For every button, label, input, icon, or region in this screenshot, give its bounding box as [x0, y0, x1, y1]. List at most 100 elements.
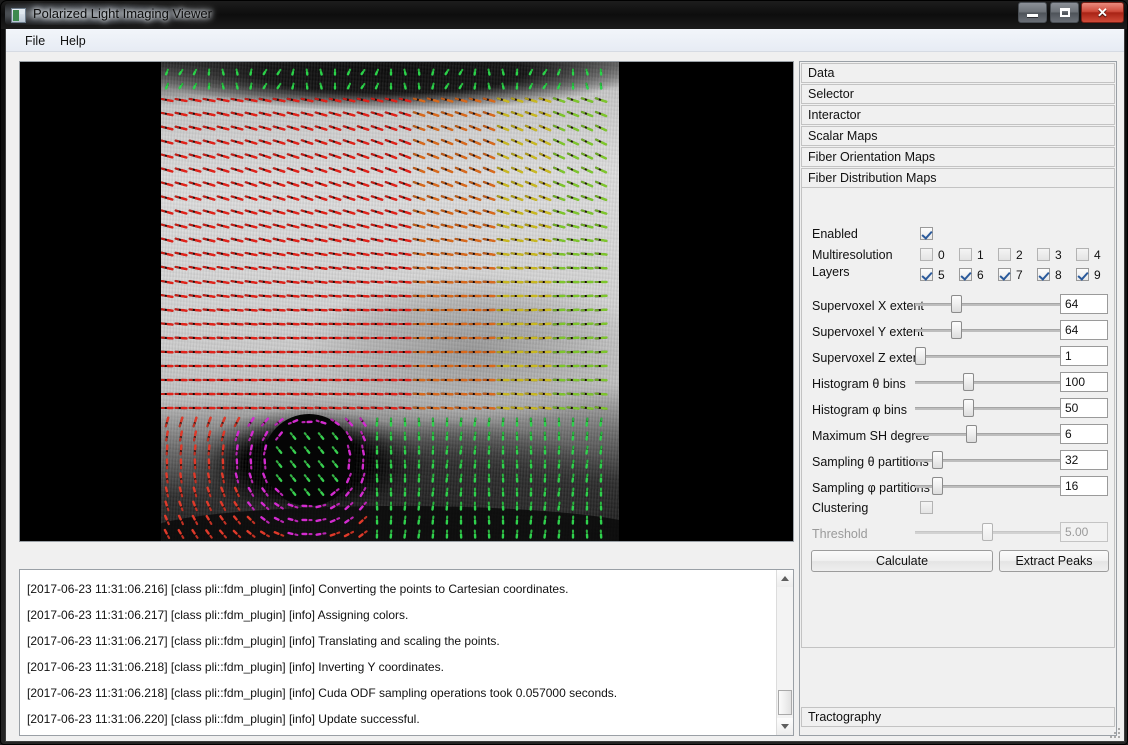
layer-label-6: 6: [977, 268, 984, 282]
spinbox-supervoxel-y-extent[interactable]: 64: [1060, 320, 1108, 340]
enabled-label: Enabled: [812, 227, 858, 241]
extract-peaks-button[interactable]: Extract Peaks: [999, 550, 1109, 572]
log-line: [2017-06-23 11:31:06.220] [class pli::fd…: [27, 712, 420, 726]
section-header-fiber-orientation-maps[interactable]: Fiber Orientation Maps: [801, 147, 1115, 167]
layer-label-1: 1: [977, 248, 984, 262]
slider-sampling-phi-partitions[interactable]: [915, 476, 1060, 496]
threshold-label: Threshold: [812, 527, 868, 541]
slider-supervoxel-x-extent[interactable]: [915, 294, 1060, 314]
clustering-checkbox[interactable]: [920, 501, 933, 514]
slider-handle[interactable]: [915, 347, 926, 365]
section-header-scalar-maps[interactable]: Scalar Maps: [801, 126, 1115, 146]
slider-maximum-sh-degree[interactable]: [915, 424, 1060, 444]
section-header-interactor[interactable]: Interactor: [801, 105, 1115, 125]
layer-label-9: 9: [1094, 268, 1101, 282]
log-line-list: [2017-06-23 11:31:06.216] [class pli::fd…: [20, 570, 777, 735]
close-icon: ✕: [1097, 4, 1108, 20]
section-header-data[interactable]: Data: [801, 63, 1115, 83]
slider-handle[interactable]: [951, 295, 962, 313]
slider-handle[interactable]: [963, 399, 974, 417]
layer-checkbox-5[interactable]: [920, 268, 933, 281]
slider-track: [915, 381, 1060, 384]
scroll-up-icon[interactable]: [777, 570, 793, 587]
fiber-distribution-maps-body: Enabled Multiresolution Layers 0 1 2 3 4…: [801, 188, 1115, 648]
close-button[interactable]: ✕: [1081, 2, 1124, 23]
spinbox-supervoxel-x-extent[interactable]: 64: [1060, 294, 1108, 314]
slider-label-maximum-sh-degree: Maximum SH degree: [812, 429, 930, 443]
clustering-label: Clustering: [812, 501, 869, 515]
section-header-tractography[interactable]: Tractography: [801, 707, 1115, 727]
layer-checkbox-4[interactable]: [1076, 248, 1089, 261]
spinbox-supervoxel-z-extent[interactable]: 1: [1060, 346, 1108, 366]
minimize-icon: [1019, 3, 1046, 22]
slider-label-supervoxel-z-extent: Supervoxel Z extent: [812, 351, 924, 365]
application-icon: [11, 8, 26, 23]
layer-checkbox-1[interactable]: [959, 248, 972, 261]
slider-label-supervoxel-y-extent: Supervoxel Y extent: [812, 325, 924, 339]
enabled-checkbox[interactable]: [920, 227, 933, 240]
log-line: [2017-06-23 11:31:06.218] [class pli::fd…: [27, 660, 444, 674]
slider-handle[interactable]: [932, 477, 943, 495]
multiresolution-label-line2: Layers: [812, 265, 850, 279]
slider-handle: [982, 523, 993, 541]
section-header-selector[interactable]: Selector: [801, 84, 1115, 104]
slider-handle[interactable]: [963, 373, 974, 391]
layer-checkbox-3[interactable]: [1037, 248, 1050, 261]
spinbox-threshold: 5.00: [1060, 522, 1108, 542]
window-title: Polarized Light Imaging Viewer: [33, 6, 212, 21]
menu-bar: File Help: [6, 29, 1124, 52]
log-line: [2017-06-23 11:31:06.218] [class pli::fd…: [27, 686, 618, 700]
layer-checkbox-6[interactable]: [959, 268, 972, 281]
tool-panel: Data Selector Interactor Scalar Maps Fib…: [799, 61, 1117, 736]
slider-track: [915, 355, 1060, 358]
maximize-icon: [1051, 3, 1078, 22]
spinbox-histogram-phi-bins[interactable]: 50: [1060, 398, 1108, 418]
layer-checkbox-2[interactable]: [998, 248, 1011, 261]
layer-checkbox-7[interactable]: [998, 268, 1011, 281]
slider-histogram-phi-bins[interactable]: [915, 398, 1060, 418]
slider-supervoxel-z-extent[interactable]: [915, 346, 1060, 366]
pli-image-content: [161, 62, 619, 541]
log-scrollbar[interactable]: [776, 570, 793, 735]
layer-label-5: 5: [938, 268, 945, 282]
client-area: File Help [2017-06-23 11:31:06.216] [cla…: [5, 29, 1125, 742]
menu-item-help[interactable]: Help: [53, 32, 93, 50]
slider-label-sampling-theta-partitions: Sampling θ partitions: [812, 455, 929, 469]
maximize-button[interactable]: [1050, 2, 1079, 23]
spinbox-sampling-theta-partitions[interactable]: 32: [1060, 450, 1108, 470]
log-line: [2017-06-23 11:31:06.217] [class pli::fd…: [27, 634, 500, 648]
log-line: [2017-06-23 11:31:06.217] [class pli::fd…: [27, 608, 409, 622]
menu-item-file[interactable]: File: [18, 32, 52, 50]
layer-label-0: 0: [938, 248, 945, 262]
slider-handle[interactable]: [966, 425, 977, 443]
layer-checkbox-0[interactable]: [920, 248, 933, 261]
title-bar[interactable]: Polarized Light Imaging Viewer ✕: [1, 1, 1127, 29]
slider-supervoxel-y-extent[interactable]: [915, 320, 1060, 340]
scroll-down-icon[interactable]: [777, 718, 793, 735]
slider-handle[interactable]: [932, 451, 943, 469]
spinbox-maximum-sh-degree[interactable]: 6: [1060, 424, 1108, 444]
layer-label-4: 4: [1094, 248, 1101, 262]
pli-image-viewport[interactable]: [19, 61, 794, 542]
multiresolution-label-line1: Multiresolution: [812, 248, 893, 262]
slider-histogram-theta-bins[interactable]: [915, 372, 1060, 392]
slider-handle[interactable]: [951, 321, 962, 339]
slider-sampling-theta-partitions[interactable]: [915, 450, 1060, 470]
scrollbar-thumb[interactable]: [778, 690, 792, 715]
layer-label-2: 2: [1016, 248, 1023, 262]
slider-label-histogram-phi-bins: Histogram φ bins: [812, 403, 907, 417]
slider-track: [915, 407, 1060, 410]
spinbox-histogram-theta-bins[interactable]: 100: [1060, 372, 1108, 392]
log-console[interactable]: [2017-06-23 11:31:06.216] [class pli::fd…: [19, 569, 794, 736]
minimize-button[interactable]: [1018, 2, 1047, 23]
layer-checkbox-9[interactable]: [1076, 268, 1089, 281]
slider-track: [915, 433, 1060, 436]
section-header-fiber-distribution-maps[interactable]: Fiber Distribution Maps: [801, 168, 1115, 188]
layer-checkbox-8[interactable]: [1037, 268, 1050, 281]
resize-grip[interactable]: [1109, 727, 1121, 739]
layer-label-7: 7: [1016, 268, 1023, 282]
calculate-button[interactable]: Calculate: [811, 550, 993, 572]
slider-label-sampling-phi-partitions: Sampling φ partitions: [812, 481, 930, 495]
layer-label-3: 3: [1055, 248, 1062, 262]
spinbox-sampling-phi-partitions[interactable]: 16: [1060, 476, 1108, 496]
